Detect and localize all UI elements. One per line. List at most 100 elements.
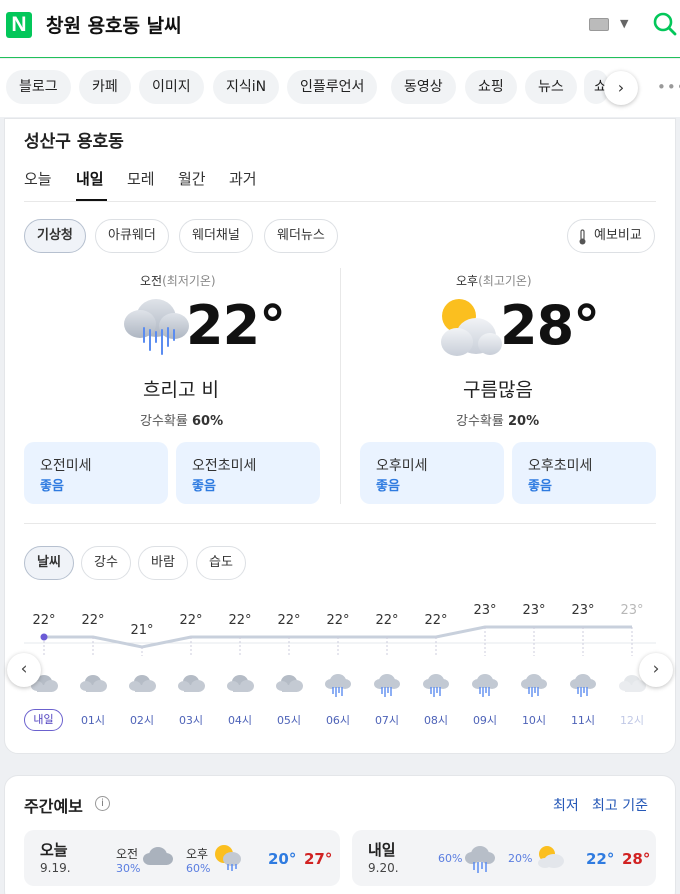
tab-day-after[interactable]: 모레	[127, 168, 155, 189]
pm-rain-label: 강수확률	[456, 414, 504, 429]
hour-label: 08시	[423, 714, 449, 727]
keyboard-icon[interactable]	[589, 18, 609, 31]
hour-label: 04시	[227, 714, 253, 727]
hour-temp: 22°	[424, 613, 448, 628]
chevron-right-icon[interactable]: ›	[604, 71, 638, 105]
hour-label: 03시	[178, 714, 204, 727]
am-condition: 흐리고 비	[143, 379, 219, 401]
tab-kin[interactable]: 지식iN	[213, 70, 280, 104]
search-query-text[interactable]: 창원 용호동 날씨	[46, 11, 182, 38]
hour-label: 09시	[472, 714, 498, 727]
naver-logo[interactable]: N	[6, 12, 32, 38]
provider-weathernews[interactable]: 웨더뉴스	[264, 219, 338, 253]
pm-rain-row: 강수확률 20%	[456, 410, 539, 429]
rain-icon	[323, 672, 353, 698]
hour-label: 06시	[325, 714, 351, 727]
hour-label: 11시	[570, 714, 596, 727]
dust-title: 오전초미세	[192, 458, 257, 474]
am-rain-value: 60%	[191, 414, 224, 429]
tab-tomorrow[interactable]: 내일	[76, 168, 104, 189]
chevron-left-icon[interactable]: ‹	[7, 653, 41, 687]
am-sublabel: (최저기온)	[162, 274, 216, 288]
hour-label: 01시	[80, 714, 106, 727]
tab-cafe[interactable]: 카페	[79, 70, 131, 104]
cloud-icon	[78, 672, 108, 696]
hour-label: 02시	[129, 714, 155, 727]
am-label-row: 오전(최저기온)	[140, 272, 216, 289]
am-rain-value: 30%	[116, 862, 141, 875]
chart-tab-weather[interactable]: 날씨	[24, 546, 74, 580]
provider-accuweather[interactable]: 아큐웨더	[95, 219, 169, 253]
tab-today[interactable]: 오늘	[24, 168, 52, 189]
location-title[interactable]: 성산구 용호동	[24, 127, 124, 152]
dust-title: 오전미세	[40, 458, 92, 474]
chart-tab-humidity[interactable]: 습도	[196, 546, 246, 580]
search-icon[interactable]	[652, 11, 678, 37]
divider	[24, 523, 656, 524]
hour-temp: 23°	[522, 603, 546, 618]
high-temp: 28°	[622, 850, 651, 868]
hour-temp: 23°	[473, 603, 497, 618]
thermometer-icon	[578, 229, 587, 245]
tab-blog[interactable]: 블로그	[6, 70, 71, 104]
dust-card-pm-pm10[interactable]: 오후미세 좋음	[360, 442, 504, 504]
low-temp: 20°	[268, 850, 297, 868]
hour-label: 05시	[276, 714, 302, 727]
hour-label: 10시	[521, 714, 547, 727]
hour-temp: 21°	[130, 623, 154, 638]
category-tabs: 블로그 카페 이미지 지식iN 인플루언서 동영상 쇼핑 뉴스 쇼 › •••	[0, 59, 680, 117]
pm-label: 오후	[456, 274, 479, 288]
cloud-icon	[127, 672, 157, 696]
cloud-icon	[225, 672, 255, 696]
weekly-day-tomorrow[interactable]: 내일 9.20. 60% 20% 22° 28°	[352, 830, 656, 886]
divider	[340, 268, 341, 504]
chart-tab-precip[interactable]: 강수	[81, 546, 131, 580]
dust-card-pm-pm25[interactable]: 오후초미세 좋음	[512, 442, 656, 504]
info-icon[interactable]: i	[95, 796, 110, 811]
cloud-icon	[176, 672, 206, 696]
pm-label-row: 오후(최고기온)	[456, 272, 532, 289]
dust-card-am-pm10[interactable]: 오전미세 좋음	[24, 442, 168, 504]
weekly-day-today[interactable]: 오늘 9.19. 오전 30% 오후 60% 20° 27°	[24, 830, 340, 886]
hour-label-now[interactable]: 내일	[24, 709, 63, 731]
hour-temp: 22°	[277, 613, 301, 628]
hour-temp: 23°	[571, 603, 595, 618]
pm-label: 오후	[186, 847, 209, 861]
chevron-right-icon[interactable]: ›	[639, 653, 673, 687]
dust-card-am-pm25[interactable]: 오전초미세 좋음	[176, 442, 320, 504]
sun-cloud-icon	[432, 292, 504, 362]
dust-value: 좋음	[40, 479, 64, 494]
dust-value: 좋음	[192, 479, 216, 494]
provider-weatherchannel[interactable]: 웨더채널	[179, 219, 253, 253]
chevron-down-icon[interactable]: ▼	[620, 17, 628, 30]
tab-monthly[interactable]: 월간	[178, 168, 206, 189]
day-name: 오늘	[40, 841, 68, 859]
am-rain-label: 강수확률	[140, 414, 188, 429]
hour-temp: 23°	[620, 603, 644, 618]
more-icon[interactable]: •••	[657, 78, 680, 96]
am-temperature: 22°	[186, 294, 286, 357]
weekly-title: 주간예보	[24, 797, 83, 816]
tab-news[interactable]: 뉴스	[525, 70, 577, 104]
am-rain-value: 60%	[438, 852, 463, 865]
tab-influencer[interactable]: 인플루언서	[287, 70, 378, 104]
tab-past[interactable]: 과거	[229, 168, 257, 189]
compare-label: 예보비교	[594, 228, 642, 243]
tab-video[interactable]: 동영상	[391, 70, 456, 104]
search-header: N 창원 용호동 날씨 ▼	[0, 0, 680, 58]
hour-temp: 22°	[228, 613, 252, 628]
tab-shopping[interactable]: 쇼핑	[465, 70, 517, 104]
sun-cloud-icon	[534, 844, 568, 870]
rain-icon	[568, 672, 598, 698]
day-name: 내일	[368, 841, 396, 859]
provider-kma[interactable]: 기상청	[24, 219, 86, 253]
sort-high[interactable]: 최고 기준	[592, 795, 648, 815]
am-rain-row: 강수확률 60%	[140, 410, 223, 429]
chart-tab-wind[interactable]: 바람	[138, 546, 188, 580]
dust-value: 좋음	[528, 479, 552, 494]
sort-low[interactable]: 최저	[553, 795, 579, 815]
rain-icon	[464, 844, 496, 874]
tab-image[interactable]: 이미지	[139, 70, 204, 104]
dust-title: 오후초미세	[528, 458, 593, 474]
cloud-icon	[274, 672, 304, 696]
